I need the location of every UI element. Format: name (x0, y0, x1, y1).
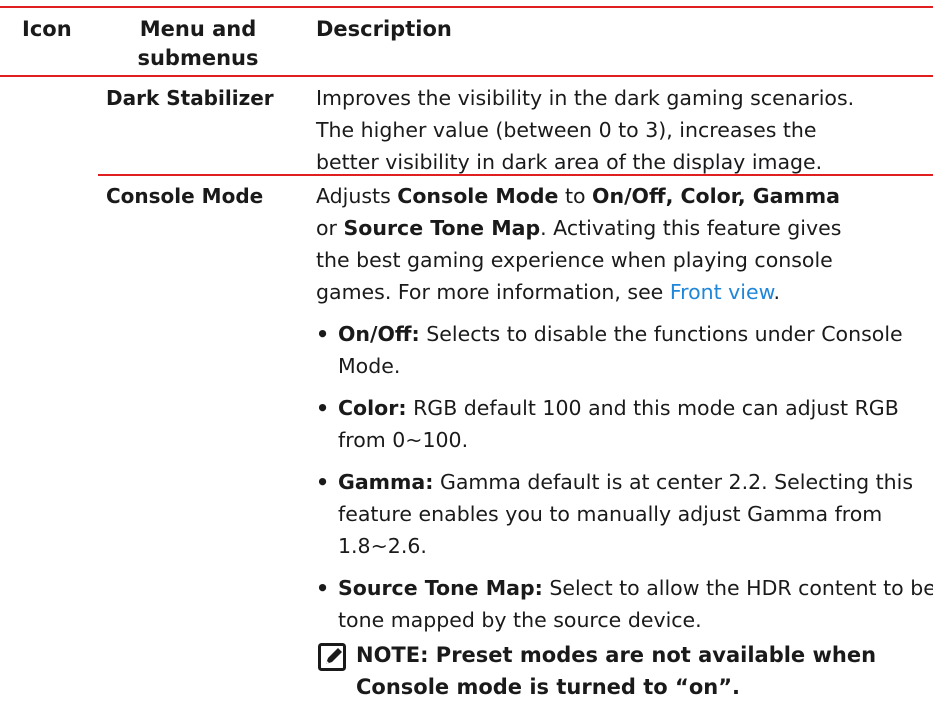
pencil-note-icon (318, 643, 346, 671)
header-menu: Menu and submenus (133, 15, 263, 73)
desc-line: better visibility in dark area of the di… (316, 150, 823, 174)
intro-line-1: Adjusts Console Mode to On/Off, Color, G… (316, 184, 840, 208)
intro-line-4: games. For more information, see Front v… (316, 280, 781, 304)
bullet-on-off: • On/Off: Selects to disable the function… (316, 318, 933, 382)
header-bottom-rule (0, 75, 933, 77)
intro-line-3: the best gaming experience when playing … (316, 248, 833, 272)
bullet-dot: • (316, 396, 330, 420)
header-menu-line1: Menu and (139, 17, 257, 41)
console-mode-description: Adjusts Console Mode to On/Off, Color, G… (316, 180, 933, 308)
header-menu-line2: submenus (137, 46, 259, 70)
bullet-gamma: • Gamma: Gamma default is at center 2.2. … (316, 466, 933, 562)
header-description: Description (316, 17, 452, 41)
table-top-rule (0, 6, 933, 8)
note-text: NOTE: Preset modes are not available whe… (356, 639, 916, 703)
note-line-1: NOTE: Preset modes are not available whe… (356, 643, 877, 667)
bullet-dot: • (316, 322, 330, 346)
intro-line-2: or Source Tone Map. Activating this feat… (316, 216, 842, 240)
front-view-link[interactable]: Front view (670, 280, 774, 304)
bullet-dot: • (316, 576, 330, 600)
note-line-2: Console mode is turned to “on”. (356, 675, 740, 699)
bullet-source-tone-map: • Source Tone Map: Select to allow the HD… (316, 572, 933, 636)
menu-dark-stabilizer: Dark Stabilizer (106, 86, 274, 110)
dark-stabilizer-description: Improves the visibility in the dark gami… (316, 82, 933, 178)
bullet-dot: • (316, 470, 330, 494)
menu-console-mode: Console Mode (106, 184, 264, 208)
header-icon: Icon (22, 17, 72, 41)
desc-line: Improves the visibility in the dark gami… (316, 86, 855, 110)
bullet-color: • Color: RGB default 100 and this mode ca… (316, 392, 933, 456)
desc-line: The higher value (between 0 to 3), incre… (316, 118, 817, 142)
